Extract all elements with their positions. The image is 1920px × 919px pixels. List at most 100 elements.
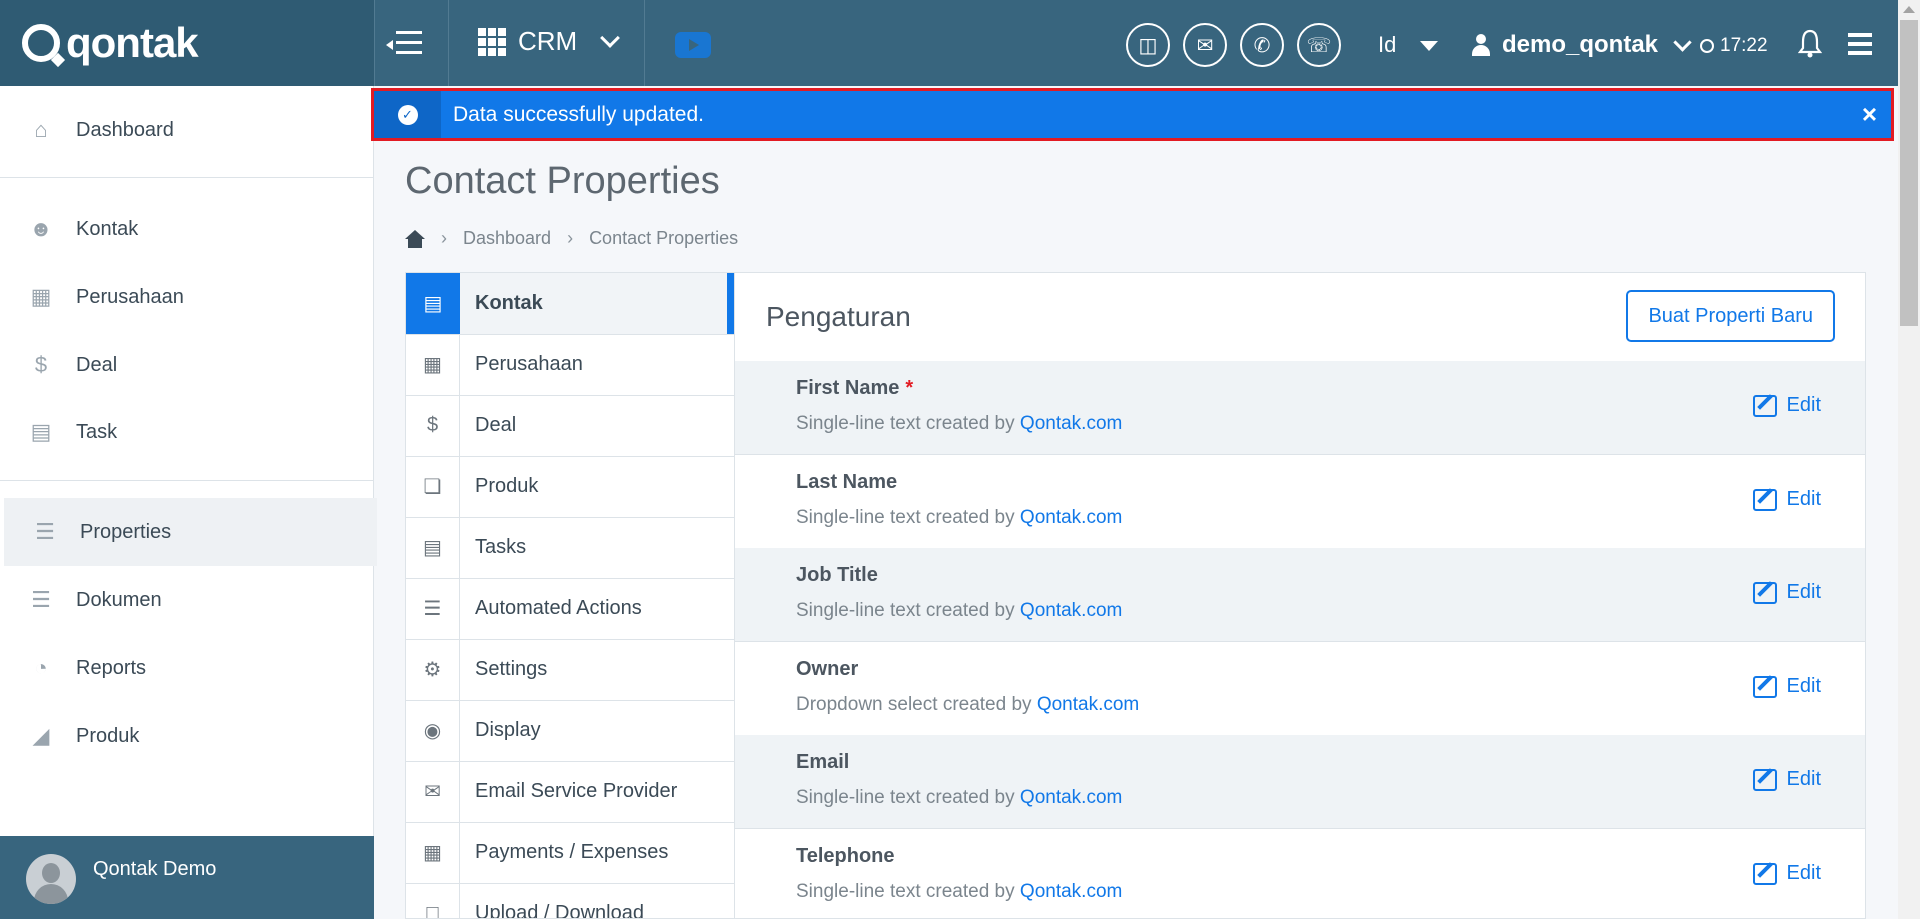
sidebar-user-footer[interactable]: Qontak Demo bbox=[0, 836, 374, 919]
language-dropdown-icon[interactable] bbox=[1420, 41, 1438, 51]
pie-chart-icon: ◔ bbox=[34, 655, 48, 680]
property-description: Single-line text created by Qontak.com bbox=[796, 600, 1123, 621]
cubes-icon: ❏ bbox=[406, 456, 460, 517]
sidebar-divider bbox=[0, 177, 373, 178]
sidebar-item-label: Perusahaan bbox=[76, 285, 184, 308]
chevron-down-icon bbox=[1673, 32, 1692, 52]
edit-icon bbox=[1752, 862, 1777, 885]
logo-mark-icon bbox=[22, 24, 60, 62]
submenu-item-deal[interactable]: $ Deal bbox=[406, 395, 734, 457]
sidebar-item-produk[interactable]: ◢ Produk bbox=[0, 702, 373, 770]
money-button[interactable]: ◫ bbox=[1126, 23, 1170, 67]
home-icon: ⌂ bbox=[34, 117, 48, 142]
edit-button[interactable]: Edit bbox=[1752, 488, 1821, 511]
contact-card-icon: ▤ bbox=[406, 273, 460, 334]
footer-user-name: Qontak Demo bbox=[93, 858, 217, 880]
avatar bbox=[26, 854, 76, 904]
submenu-item-tasks[interactable]: ▤ Tasks bbox=[406, 517, 734, 579]
phone-button[interactable]: ✆ bbox=[1240, 23, 1284, 67]
sidebar-item-task[interactable]: ▤ Task bbox=[0, 398, 373, 466]
alert-message: Data successfully updated. bbox=[453, 103, 704, 126]
edit-button[interactable]: Edit bbox=[1752, 768, 1821, 791]
panel-header: Pengaturan Buat Properti Baru bbox=[735, 273, 1865, 362]
calculator-icon: ▦ bbox=[406, 822, 460, 883]
creator-link[interactable]: Qontak.com bbox=[1037, 694, 1139, 715]
create-property-button[interactable]: Buat Properti Baru bbox=[1626, 290, 1835, 342]
edit-icon bbox=[1752, 581, 1777, 604]
submenu-item-payments-expenses[interactable]: ▦ Payments / Expenses bbox=[406, 822, 734, 884]
home-icon[interactable] bbox=[405, 229, 425, 248]
app-switcher[interactable]: CRM bbox=[478, 26, 621, 57]
sidebar: ⌂ Dashboard ☻ Kontak ▦ Perusahaan $ Deal… bbox=[0, 86, 377, 919]
sidebar-toggle-button[interactable] bbox=[386, 27, 426, 59]
sidebar-item-dashboard[interactable]: ⌂ Dashboard bbox=[0, 96, 373, 164]
edit-icon bbox=[1752, 768, 1777, 791]
submenu-item-display[interactable]: ◉ Display bbox=[406, 700, 734, 762]
sidebar-item-reports[interactable]: ◔ Reports bbox=[0, 634, 373, 702]
eye-icon: ◉ bbox=[406, 700, 460, 761]
submenu-item-kontak[interactable]: ▤ Kontak bbox=[406, 273, 734, 335]
sidebar-item-deal[interactable]: $ Deal bbox=[0, 331, 373, 399]
scrollbar-thumb[interactable] bbox=[1900, 20, 1918, 326]
submenu-item-label: Kontak bbox=[475, 292, 543, 314]
edit-button[interactable]: Edit bbox=[1752, 394, 1821, 417]
edit-button[interactable]: Edit bbox=[1752, 581, 1821, 604]
creator-link[interactable]: Qontak.com bbox=[1020, 507, 1122, 528]
scroll-up-arrow-icon[interactable] bbox=[1903, 6, 1915, 13]
logo[interactable]: qontak bbox=[0, 0, 374, 86]
submenu-item-automated-actions[interactable]: ☰ Automated Actions bbox=[406, 578, 734, 640]
edit-button[interactable]: Edit bbox=[1752, 675, 1821, 698]
edit-icon bbox=[1752, 675, 1777, 698]
main-menu-icon[interactable] bbox=[1848, 33, 1872, 55]
call-log-button[interactable]: ☏ bbox=[1297, 23, 1341, 67]
dollar-icon: $ bbox=[34, 352, 48, 377]
edit-icon bbox=[1752, 488, 1777, 511]
building-icon: ▦ bbox=[30, 284, 52, 309]
tag-icon: ◢ bbox=[32, 723, 50, 748]
bell-icon[interactable] bbox=[1798, 28, 1822, 58]
chat-button[interactable]: ✉ bbox=[1183, 23, 1227, 67]
phone-icon: ✆ bbox=[1253, 34, 1271, 57]
list-icon: ☰ bbox=[35, 519, 55, 544]
edit-button[interactable]: Edit bbox=[1752, 862, 1821, 885]
success-alert: ✓ Data successfully updated. × bbox=[371, 88, 1894, 141]
sidebar-divider bbox=[0, 480, 373, 481]
gear-icon: ⚙ bbox=[406, 639, 460, 700]
submenu-item-label: Automated Actions bbox=[475, 597, 642, 619]
creator-link[interactable]: Qontak.com bbox=[1020, 413, 1122, 434]
sidebar-item-kontak[interactable]: ☻ Kontak bbox=[0, 195, 373, 263]
submenu-item-settings[interactable]: ⚙ Settings bbox=[406, 639, 734, 701]
video-tutorial-icon[interactable] bbox=[675, 32, 711, 58]
file-icon: □ bbox=[406, 883, 460, 918]
property-description: Single-line text created by Qontak.com bbox=[796, 507, 1123, 528]
breadcrumb-dashboard[interactable]: Dashboard bbox=[463, 228, 551, 249]
header-divider bbox=[644, 0, 645, 86]
sidebar-item-label: Dashboard bbox=[76, 118, 174, 141]
sidebar-item-properties[interactable]: ☰ Properties bbox=[4, 498, 377, 566]
close-icon[interactable]: × bbox=[1862, 99, 1877, 130]
property-name: Telephone bbox=[796, 845, 895, 867]
calendar-icon: ▤ bbox=[30, 419, 52, 444]
money-icon: ◫ bbox=[1138, 34, 1158, 57]
submenu-item-email-service-provider[interactable]: ✉ Email Service Provider bbox=[406, 761, 734, 823]
property-row: First Name * Single-line text created by … bbox=[735, 361, 1865, 455]
language-selector[interactable]: Id bbox=[1378, 32, 1396, 58]
username: demo_qontak bbox=[1502, 31, 1659, 58]
properties-panel: Pengaturan Buat Properti Baru First Name… bbox=[734, 272, 1866, 919]
sidebar-item-dokumen[interactable]: ☰ Dokumen bbox=[0, 566, 373, 634]
property-description: Single-line text created by Qontak.com bbox=[796, 787, 1123, 808]
creator-link[interactable]: Qontak.com bbox=[1020, 600, 1122, 621]
clock-time: 17:22 bbox=[1720, 35, 1768, 56]
people-icon: ☻ bbox=[29, 216, 53, 241]
sidebar-item-perusahaan[interactable]: ▦ Perusahaan bbox=[0, 263, 373, 331]
submenu-item-produk[interactable]: ❏ Produk bbox=[406, 456, 734, 518]
layers-icon: ☰ bbox=[31, 587, 51, 612]
submenu-item-upload-download[interactable]: □ Upload / Download bbox=[406, 883, 734, 918]
sidebar-item-label: Dokumen bbox=[76, 588, 162, 611]
user-menu[interactable]: demo_qontak bbox=[1472, 31, 1692, 59]
creator-link[interactable]: Qontak.com bbox=[1020, 787, 1122, 808]
submenu-item-label: Deal bbox=[475, 414, 517, 436]
submenu-item-perusahaan[interactable]: ▦ Perusahaan bbox=[406, 334, 734, 396]
dollar-icon: $ bbox=[406, 395, 460, 456]
creator-link[interactable]: Qontak.com bbox=[1020, 881, 1122, 902]
